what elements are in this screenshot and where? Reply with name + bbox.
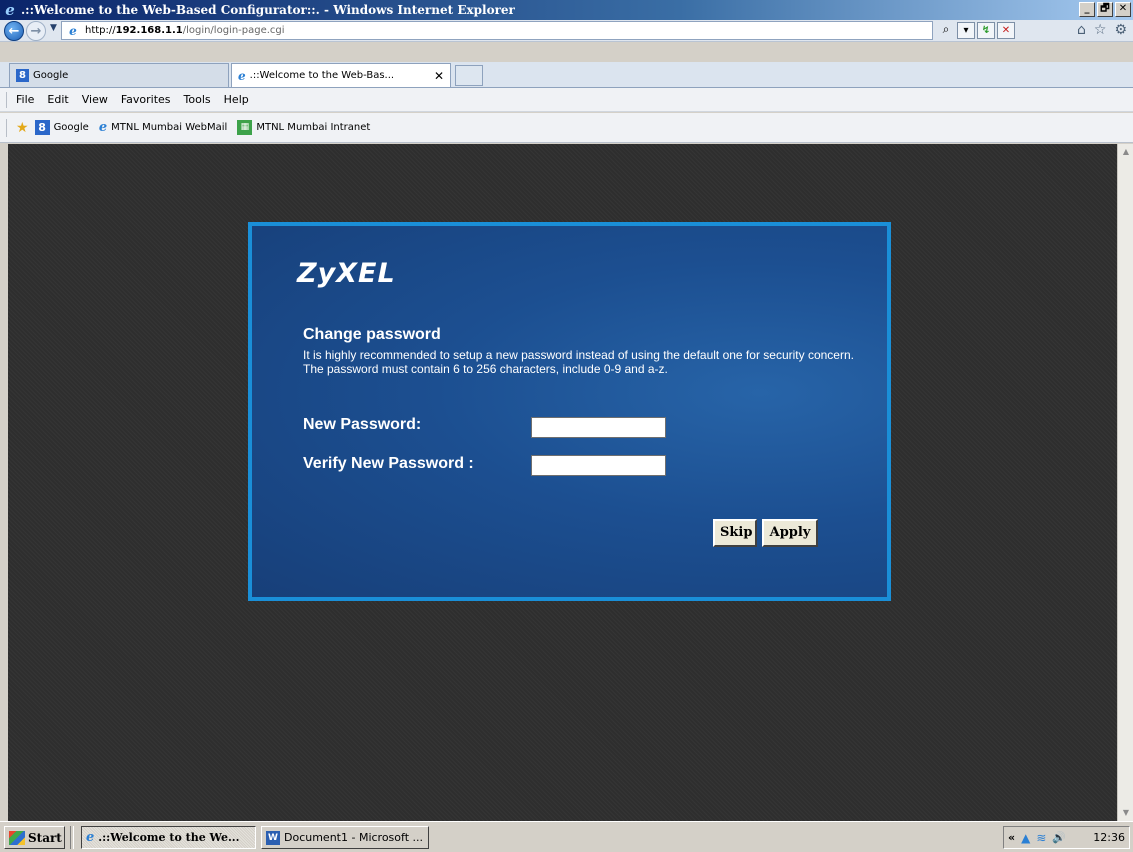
address-url[interactable]: http://192.168.1.1/login/login-page.cgi [85,25,285,36]
minimize-button[interactable]: _ [1079,2,1095,17]
favorites-star-icon[interactable]: ☆ [1094,22,1107,38]
browser-right-icons: ⌂ ☆ ⚙ [1077,22,1127,38]
ie-icon: e [5,1,15,19]
password-description: It is highly recommended to setup a new … [303,348,854,376]
toolbar-grip [6,118,8,137]
tab-strip: 8 Google e .::Welcome to the Web-Bas... … [0,62,1133,88]
address-dropdown-button[interactable]: ▾ [957,22,975,39]
favorite-google[interactable]: 8 Google [34,120,89,135]
login-panel: ZyXEL Change password It is highly recom… [248,222,891,601]
windows-logo-icon [9,830,25,845]
ie-page-icon: e [69,23,77,38]
favorites-bar: ★ 8 Google e MTNL Mumbai WebMail ▦ MTNL … [0,113,1133,143]
forward-button[interactable]: → [26,21,46,41]
home-icon[interactable]: ⌂ [1077,22,1086,38]
system-tray: « ▲ ≋ 🔊 12:36 [1003,826,1130,849]
menu-view[interactable]: View [82,93,108,106]
address-row: ← → ▼ e http://192.168.1.1/login/login-p… [0,20,1133,42]
ie-page-icon: e [86,830,95,845]
stop-icon[interactable]: ✕ [997,22,1015,39]
history-dropdown-icon[interactable]: ▼ [50,23,60,33]
verify-password-label: Verify New Password : [303,455,474,472]
wireless-icon[interactable]: ≋ [1036,831,1046,845]
menu-file[interactable]: File [16,93,34,106]
clock[interactable]: 12:36 [1093,831,1125,844]
start-button[interactable]: Start [4,826,65,849]
scroll-down-icon[interactable]: ▼ [1119,805,1133,821]
new-password-input[interactable] [531,417,666,438]
address-bar[interactable]: e http://192.168.1.1/login/login-page.cg… [61,21,933,40]
zyxel-logo: ZyXEL [297,258,396,289]
search-icon[interactable]: ⌕ [937,22,955,39]
gear-icon[interactable]: ⚙ [1114,22,1127,38]
title-bar: e .::Welcome to the Web-Based Configurat… [0,0,1133,20]
new-tab-button[interactable] [455,65,483,86]
close-button[interactable]: ✕ [1115,2,1131,17]
menu-favorites[interactable]: Favorites [121,93,171,106]
ie-page-icon: e [98,120,108,135]
maximize-button[interactable]: 🗗 [1097,2,1113,17]
verify-password-input[interactable] [531,455,666,476]
change-password-heading: Change password [303,326,441,343]
vertical-scrollbar[interactable]: ▲ ▼ [1117,144,1133,821]
word-document-icon: W [266,830,280,845]
building-icon: ▦ [237,120,253,135]
tray-expand-icon[interactable]: « [1008,831,1015,844]
tab-close-icon[interactable]: ✕ [434,69,444,83]
google-icon: 8 [16,69,29,82]
address-tools: ⌕ ▾ ↯ ✕ [937,22,1015,39]
scroll-up-icon[interactable]: ▲ [1119,144,1133,160]
favorites-star-icon[interactable]: ★ [16,120,29,136]
tab-configurator[interactable]: e .::Welcome to the Web-Bas... ✕ [231,63,451,87]
window-title: .::Welcome to the Web-Based Configurator… [21,3,515,17]
menu-bar: File Edit View Favorites Tools Help [0,88,1133,112]
volume-icon[interactable]: 🔊 [1052,831,1066,844]
network-icon[interactable]: ▲ [1021,831,1030,845]
toolbar-grip [6,91,8,108]
tab-google[interactable]: 8 Google [9,63,229,87]
skip-button[interactable]: Skip [713,519,757,547]
window-left-edge [0,144,8,821]
new-password-label: New Password: [303,416,422,433]
compatibility-view-icon[interactable]: ↯ [977,22,995,39]
apply-button[interactable]: Apply [762,519,818,547]
back-button[interactable]: ← [4,21,24,41]
taskbar-item-ie[interactable]: e .::Welcome to the We... [81,826,256,849]
menu-help[interactable]: Help [224,93,249,106]
taskbar-item-word[interactable]: W Document1 - Microsoft ... [261,826,429,849]
taskbar-separator [70,826,74,849]
google-icon: 8 [34,120,50,135]
menu-edit[interactable]: Edit [47,93,68,106]
menu-tools[interactable]: Tools [184,93,211,106]
taskbar: Start e .::Welcome to the We... W Docume… [0,821,1133,852]
favorite-mtnl-intranet[interactable]: ▦ MTNL Mumbai Intranet [237,120,370,135]
window-controls: _ 🗗 ✕ [1079,2,1131,17]
ie-page-icon: e [238,68,246,83]
favorite-mtnl-webmail[interactable]: e MTNL Mumbai WebMail [99,120,228,135]
